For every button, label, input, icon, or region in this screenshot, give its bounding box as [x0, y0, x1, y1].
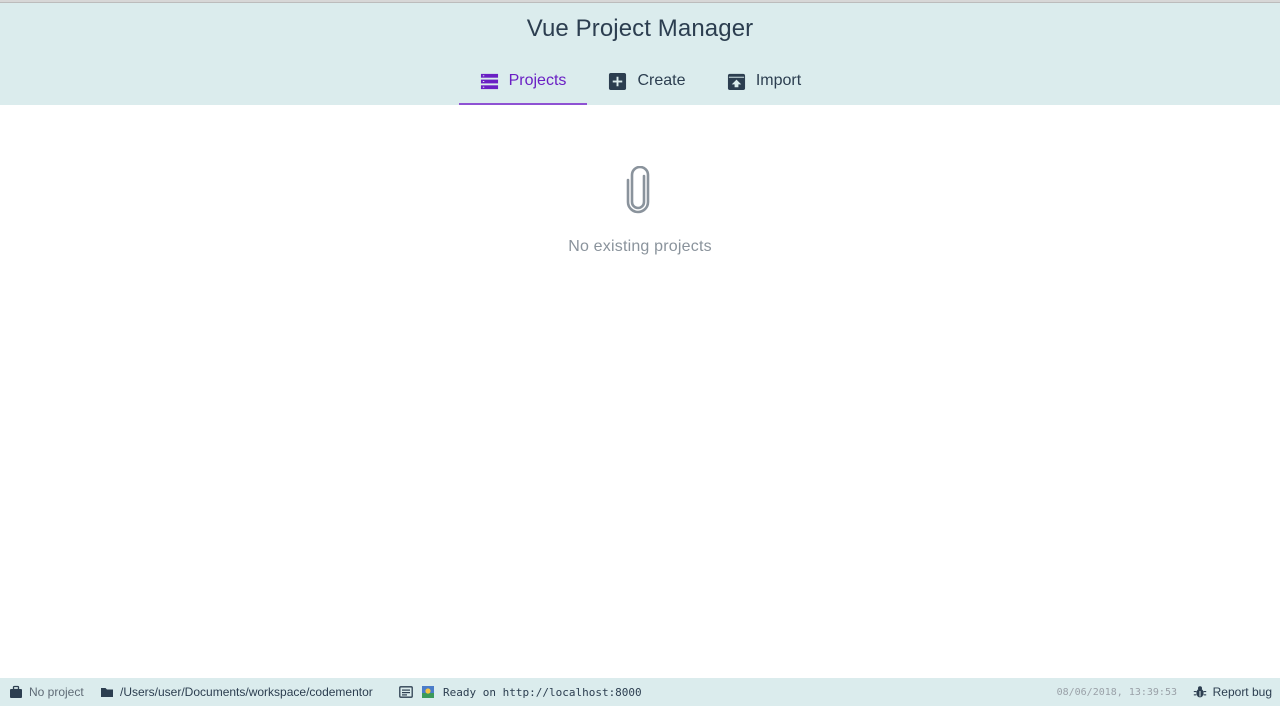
status-current-project[interactable]: No project [9, 678, 84, 706]
tab-projects-label: Projects [508, 72, 567, 89]
report-bug-button[interactable]: Report bug [1193, 678, 1272, 706]
add-box-icon [609, 72, 627, 90]
briefcase-icon [10, 685, 22, 698]
empty-state-message: No existing projects [568, 238, 712, 255]
status-log-message: Ready on http://localhost:8000 [443, 685, 642, 699]
folder-icon [101, 688, 113, 697]
app-root: Vue Project Manager Projects Create Impo… [0, 0, 1280, 706]
page-title: Vue Project Manager [526, 15, 754, 42]
tab-create[interactable]: Create [598, 57, 696, 105]
tab-import[interactable]: Import [715, 57, 813, 105]
status-project-label: No project [29, 685, 84, 699]
status-path-label: /Users/user/Documents/workspace/codement… [120, 685, 373, 699]
attachment-icon [626, 166, 650, 214]
status-log-timestamp: 08/06/2018, 13:39:53 [1056, 686, 1177, 698]
status-current-folder[interactable]: /Users/user/Documents/workspace/codement… [100, 678, 373, 706]
bug-icon [1193, 686, 1206, 698]
unarchive-icon [727, 73, 745, 90]
report-bug-label: Report bug [1212, 685, 1272, 699]
status-log[interactable]: Ready on http://localhost:8000 [399, 678, 642, 706]
status-bar: No project /Users/user/Documents/workspa… [0, 678, 1280, 706]
empty-state: No existing projects [0, 166, 1280, 256]
console-icon [399, 686, 413, 698]
tab-projects[interactable]: Projects [459, 57, 587, 105]
tab-import-label: Import [755, 72, 802, 89]
sunrise-emoji-icon [422, 686, 434, 698]
tab-create-label: Create [637, 72, 686, 89]
list-icon [480, 73, 498, 89]
header: Vue Project Manager Projects Create Impo… [0, 3, 1280, 105]
tab-bar: Projects Create Import [0, 57, 1280, 105]
